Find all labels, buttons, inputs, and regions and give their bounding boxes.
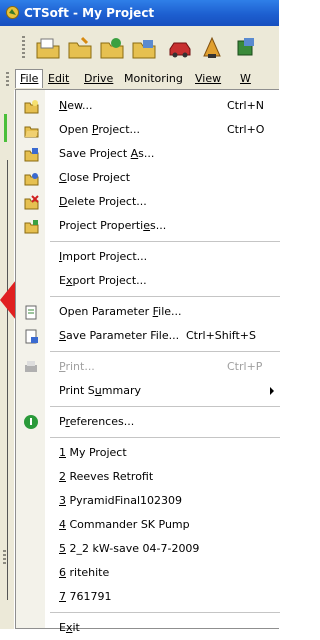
menu-item-label: Export Project... [59,274,147,287]
file-menu-dropdown: New... Ctrl+N Open Project... Ctrl+O Save Pr… [15,89,280,634]
menu-item-1-my-project[interactable]: 1 My Project [16,441,280,465]
panel-grip[interactable] [3,550,6,566]
menu-bar: File Edit Drive Monitoring View W [0,68,279,90]
menu-file[interactable]: File [15,69,44,88]
menu-item-shortcut: Ctrl+O [227,123,265,136]
menu-item-label: Project Properties... [59,219,167,232]
menu-item-label: 4 Commander SK Pump [59,518,190,531]
menu-item-label: 7 761791 [59,590,112,603]
menu-item-label: Print Summary [59,384,141,397]
menu-item-label: Save Project As... [59,147,155,160]
menu-item-label: 2 Reeves Retrofit [59,470,154,483]
status-indicator [4,114,7,142]
panel-divider [7,160,8,600]
menu-item-4-commander-sk-pump[interactable]: 4 Commander SK Pump [16,513,280,537]
menu-item-label: 1 My Project [59,446,127,459]
toolbar [0,26,279,69]
menu-separator [50,351,280,352]
open-parameter-file-icon [25,305,37,320]
menu-item-2-reeves-retrofit[interactable]: 2 Reeves Retrofit [16,465,280,489]
menu-separator [50,406,280,407]
menu-item-5-2-2-kw-save-04-7-2009[interactable]: 5 2_2 kW-save 04-7-2009 [16,537,280,561]
menu-item-save-parameter-file[interactable]: Save Parameter File... Ctrl+Shift+S [16,324,280,348]
menu-item-label: 5 2_2 kW-save 04-7-2009 [59,542,200,555]
preferences-icon [24,415,38,429]
menu-item-label: 6 ritehite [59,566,110,579]
menu-item-label: Import Project... [59,250,148,263]
window-title: CTSoft - My Project [24,6,155,20]
save-project-icon [24,148,39,162]
menu-item-open-project[interactable]: Open Project... Ctrl+O [16,118,280,142]
menu-monitoring[interactable]: Monitoring [124,72,183,85]
menu-item-delete-project[interactable]: Delete Project... [16,190,280,214]
menu-item-import-project[interactable]: Import Project... [16,245,280,269]
component-icon[interactable] [232,35,260,61]
menubar-grip[interactable] [6,72,9,86]
menu-item-open-parameter-file[interactable]: Open Parameter File... [16,300,280,324]
left-panel [0,90,14,629]
submenu-arrow-icon [270,387,274,395]
menu-item-print-summary[interactable]: Print Summary [16,379,280,403]
menu-item-preferences[interactable]: Preferences... [16,410,280,434]
new-project-icon [24,100,39,114]
title-bar: CTSoft - My Project [0,0,279,26]
menu-view[interactable]: View [195,72,221,85]
menu-item-label: Save Parameter File... [59,329,180,342]
save-icon[interactable] [98,35,126,61]
menu-item-exit[interactable]: Exit [16,616,280,640]
menu-item-7-761791[interactable]: 7 761791 [16,585,280,609]
menu-item-label: New... [59,99,93,112]
menu-item-label: Open Project... [59,123,141,136]
menu-separator [50,612,280,613]
menu-item-project-properties[interactable]: Project Properties... [16,214,280,238]
close-project-icon [24,173,39,186]
menu-item-6-ritehite[interactable]: 6 ritehite [16,561,280,585]
save-parameter-file-icon [25,329,38,344]
menu-item-close-project[interactable]: Close Project [16,166,280,190]
menu-item-label: Close Project [59,171,131,184]
menu-separator [50,437,280,438]
menu-item-shortcut: Ctrl+Shift+S [186,329,256,342]
menu-window[interactable]: W [240,72,251,85]
menu-separator [50,296,280,297]
red-arrow-pointer [0,280,16,320]
toolbar-grip[interactable] [22,36,25,60]
menu-item-label: Preferences... [59,415,135,428]
menu-item-label: Exit [59,621,80,634]
menu-item-new[interactable]: New... Ctrl+N [16,94,280,118]
menu-drive[interactable]: Drive [84,72,113,85]
delete-project-icon [24,195,39,210]
car-icon[interactable] [166,35,194,61]
tools-icon[interactable] [198,35,226,61]
project-properties-icon [24,220,39,234]
menu-item-label: Delete Project... [59,195,147,208]
printer-icon [25,361,37,372]
menu-item-label: Print... [59,360,95,373]
menu-item-label: Open Parameter File... [59,305,182,318]
folder-open-icon[interactable] [130,35,158,61]
menu-item-shortcut: Ctrl+P [227,360,263,373]
menu-item-export-project[interactable]: Export Project... [16,269,280,293]
menu-item-label: 3 PyramidFinal102309 [59,494,182,507]
menu-separator [50,241,280,242]
open-folder-icon[interactable] [34,35,62,61]
menu-edit[interactable]: Edit [48,72,69,85]
menu-item-print[interactable]: Print... Ctrl+P [16,355,280,379]
app-icon[interactable] [5,5,20,20]
folder-icon[interactable] [66,35,94,61]
menu-item-3-pyramidfinal102309[interactable]: 3 PyramidFinal102309 [16,489,280,513]
menu-item-save-project-as[interactable]: Save Project As... [16,142,280,166]
open-project-icon [24,126,39,138]
menu-item-shortcut: Ctrl+N [227,99,265,112]
